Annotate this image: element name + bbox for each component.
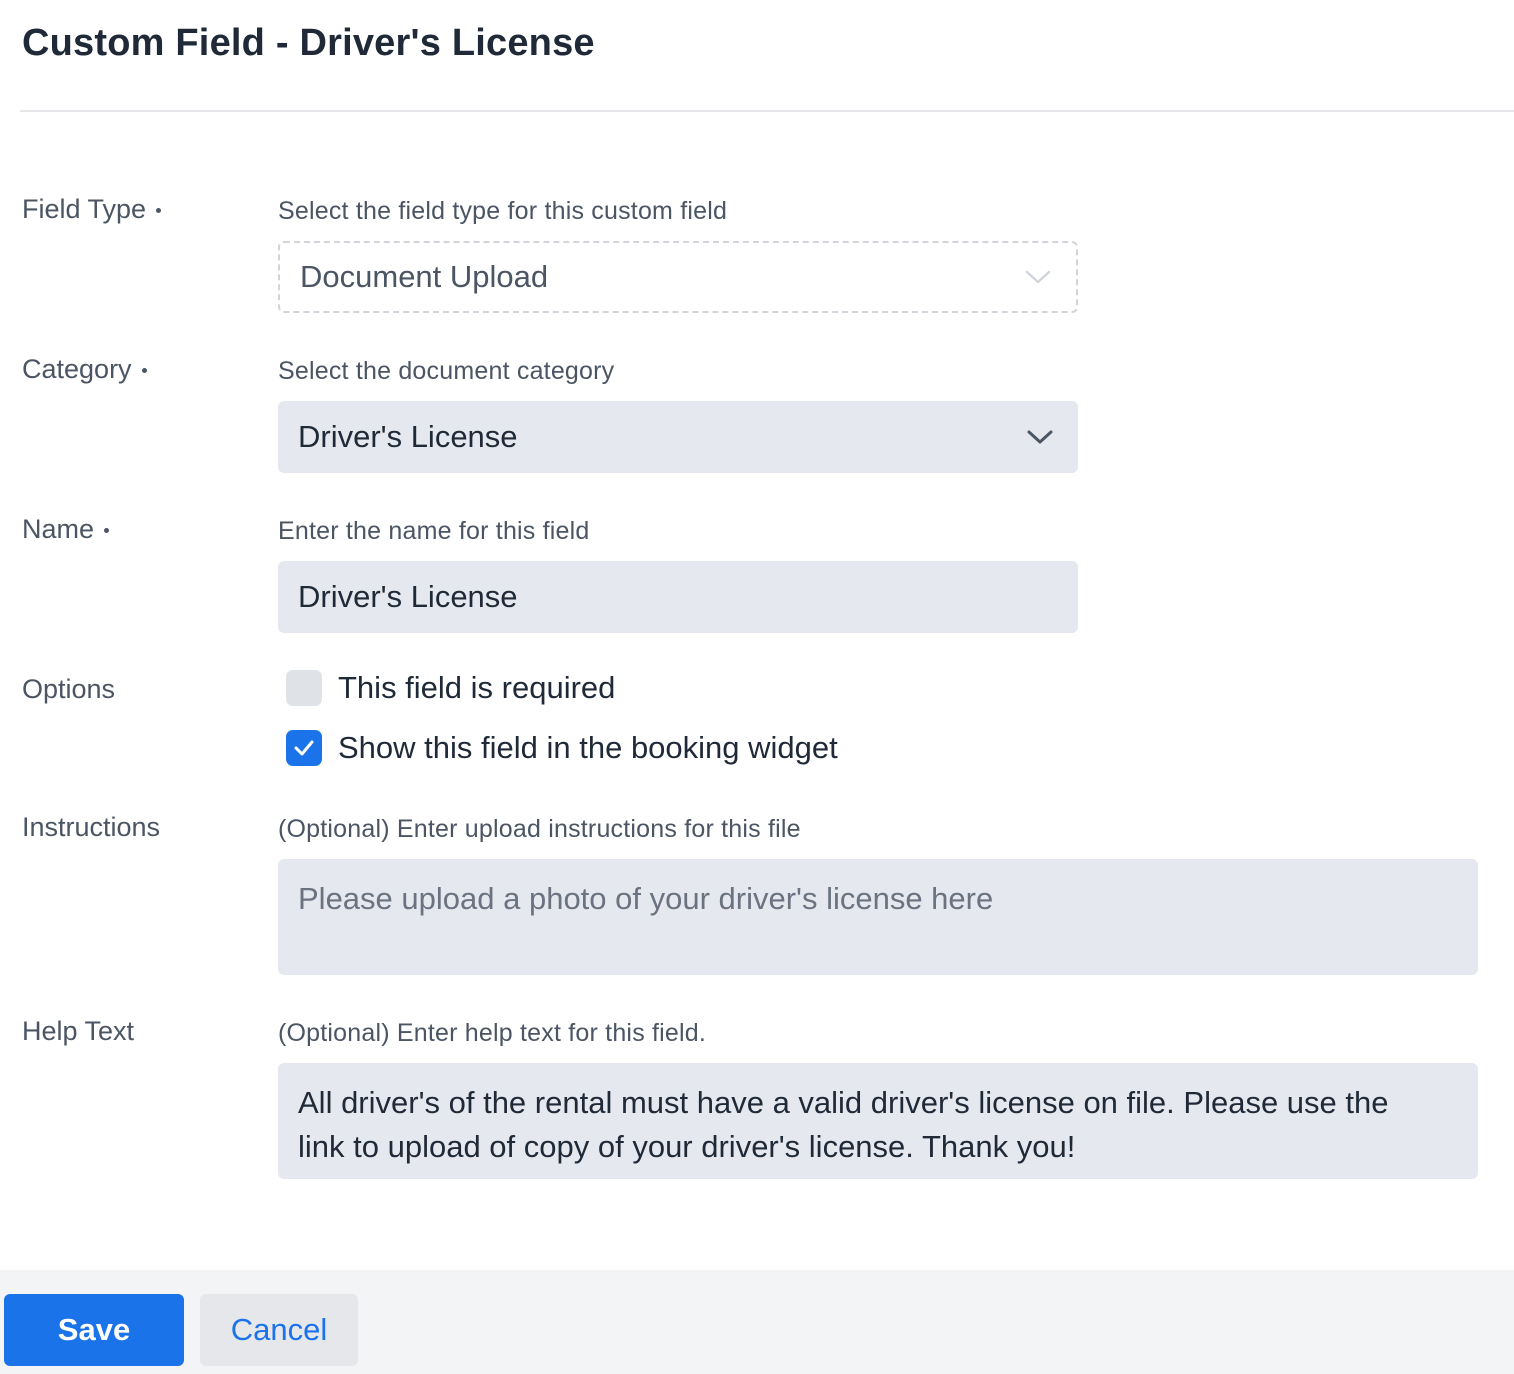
- field-type-value: Document Upload: [300, 259, 549, 294]
- check-icon: [294, 740, 314, 756]
- form-footer: Save Cancel: [0, 1270, 1514, 1374]
- instructions-label-text: Instructions: [22, 812, 161, 842]
- required-indicator: [104, 528, 110, 533]
- widget-checkbox[interactable]: [286, 730, 322, 766]
- category-hint: Select the document category: [278, 357, 615, 385]
- help-text-hint: (Optional) Enter help text for this fiel…: [278, 1019, 707, 1047]
- required-indicator: [141, 368, 147, 373]
- required-indicator: [156, 208, 162, 213]
- header-divider: [20, 110, 1514, 112]
- name-label: Name: [22, 514, 110, 545]
- instructions-textarea[interactable]: Please upload a photo of your driver's l…: [278, 859, 1478, 975]
- name-label-text: Name: [22, 514, 95, 544]
- cancel-button[interactable]: Cancel: [200, 1294, 358, 1366]
- name-value: Driver's License: [298, 579, 518, 614]
- widget-option-label: Show this field in the booking widget: [338, 730, 838, 765]
- category-select[interactable]: Driver's License: [278, 401, 1078, 473]
- required-checkbox[interactable]: [286, 670, 322, 706]
- category-value: Driver's License: [298, 419, 518, 454]
- name-hint: Enter the name for this field: [278, 517, 590, 545]
- options-label-text: Options: [22, 674, 116, 704]
- required-option-label: This field is required: [338, 670, 616, 705]
- name-input[interactable]: Driver's License: [278, 561, 1078, 633]
- widget-option[interactable]: Show this field in the booking widget: [286, 730, 838, 766]
- help-text-label: Help Text: [22, 1016, 134, 1047]
- instructions-label: Instructions: [22, 812, 160, 843]
- instructions-hint: (Optional) Enter upload instructions for…: [278, 815, 801, 843]
- field-type-label-text: Field Type: [22, 194, 147, 224]
- category-label: Category: [22, 354, 147, 385]
- chevron-down-icon: [1025, 270, 1051, 284]
- options-label: Options: [22, 674, 115, 705]
- custom-field-page: Custom Field - Driver's License Field Ty…: [0, 0, 1514, 1374]
- field-type-select[interactable]: Document Upload: [278, 241, 1078, 313]
- required-option[interactable]: This field is required: [286, 670, 615, 706]
- field-type-hint: Select the field type for this custom fi…: [278, 197, 728, 225]
- save-button[interactable]: Save: [4, 1294, 184, 1366]
- page-title: Custom Field - Driver's License: [22, 22, 595, 64]
- instructions-placeholder: Please upload a photo of your driver's l…: [298, 881, 994, 916]
- chevron-down-icon: [1027, 430, 1053, 444]
- help-text-label-text: Help Text: [22, 1016, 135, 1046]
- category-label-text: Category: [22, 354, 132, 384]
- help-text-textarea[interactable]: All driver's of the rental must have a v…: [278, 1063, 1478, 1179]
- help-text-value: All driver's of the rental must have a v…: [298, 1085, 1389, 1164]
- field-type-label: Field Type: [22, 194, 162, 225]
